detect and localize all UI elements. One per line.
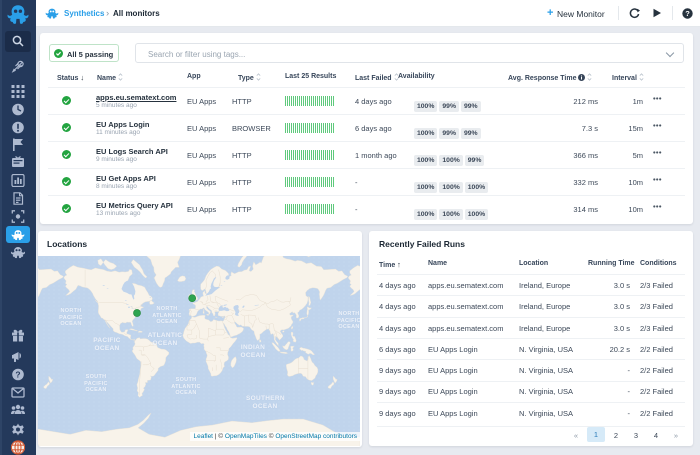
svg-text:?: ? bbox=[685, 9, 690, 18]
svg-text:?: ? bbox=[15, 369, 20, 379]
